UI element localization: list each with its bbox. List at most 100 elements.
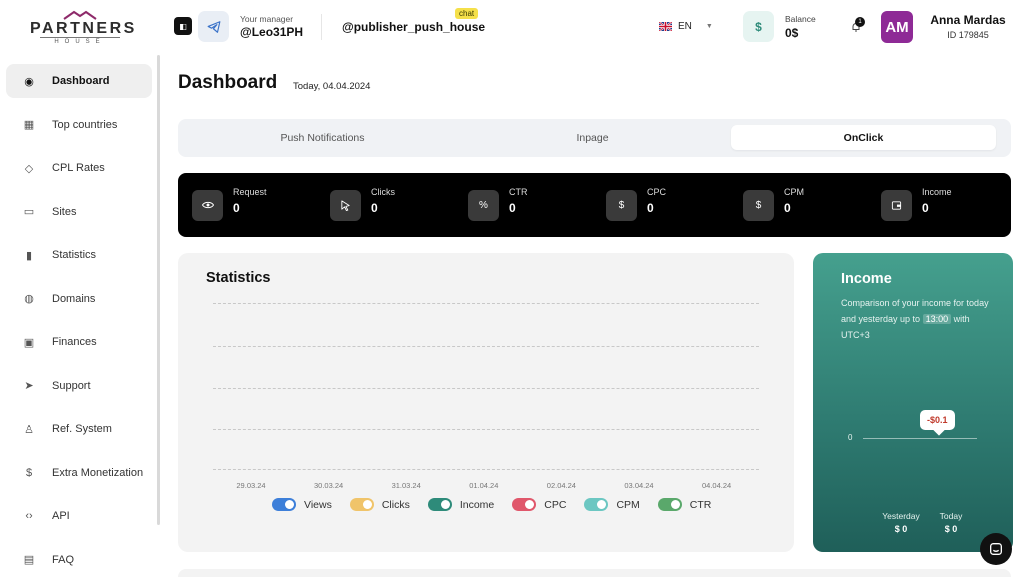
metric-label: Income — [922, 187, 952, 197]
location-pin-icon: ◉ — [24, 75, 34, 88]
metric-value: 0 — [233, 201, 240, 215]
user-id: ID 179845 — [947, 30, 989, 40]
sidebar-item-faq[interactable]: ▤ FAQ — [6, 543, 152, 577]
sidebar-item-extra-monetization[interactable]: $ Extra Monetization — [6, 456, 152, 490]
sidebar-item-label: API — [52, 510, 70, 522]
bar-chart-icon: ▮ — [25, 249, 33, 262]
legend-item-views[interactable]: Views — [272, 498, 332, 511]
metric-cpc: $ CPC 0 — [606, 187, 667, 222]
percent-icon: % — [468, 189, 499, 221]
sidebar-item-sites[interactable]: ▭ Sites — [6, 195, 152, 229]
sidebar-item-label: Ref. System — [52, 423, 112, 435]
sidebar-item-finances[interactable]: ▣ Finances — [6, 325, 152, 359]
legend-label: Clicks — [381, 498, 410, 511]
globe-icon: ◍ — [24, 293, 34, 305]
cursor-icon — [330, 189, 361, 221]
chat-icon — [990, 543, 1002, 555]
legend-label: Income — [459, 498, 495, 511]
legend-item-income[interactable]: Income — [427, 498, 495, 511]
income-panel: Income Comparison of your income for tod… — [813, 253, 1013, 552]
legend-item-cpc[interactable]: CPC — [512, 498, 566, 511]
yesterday-label: Yesterday — [882, 511, 920, 521]
sidebar-item-api[interactable]: ‹› API — [6, 499, 152, 533]
sidebar-item-domains[interactable]: ◍ Domains — [6, 282, 152, 316]
wallet-icon: ▣ — [23, 336, 35, 349]
sidebar-item-label: Sites — [52, 205, 77, 218]
legend-toggle[interactable] — [427, 498, 452, 511]
telegram-button[interactable] — [198, 11, 229, 42]
sidebar-item-label: CPL Rates — [52, 162, 105, 174]
yesterday-value: $ 0 — [894, 524, 908, 534]
support-chat-button[interactable] — [980, 533, 1012, 565]
metric-value: 0 — [509, 201, 516, 215]
dollar-icon: $ — [606, 189, 637, 221]
manager-name[interactable]: @Leo31PH — [240, 25, 303, 39]
sidebar-item-support[interactable]: ➤ Support — [6, 369, 152, 403]
notifications-button[interactable]: 1 — [850, 17, 865, 35]
sidebar-item-cpl-rates[interactable]: ◇ CPL Rates — [6, 151, 152, 185]
chevron-down-icon: ▼ — [705, 23, 713, 30]
tab-onclick[interactable]: OnClick — [731, 125, 996, 150]
legend-item-cpm[interactable]: CPM — [584, 498, 640, 511]
metric-value: 0 — [784, 201, 791, 215]
legend-item-clicks[interactable]: Clicks — [349, 498, 410, 511]
sidebar-item-label: Finances — [52, 336, 97, 348]
balance-label: Balance — [785, 14, 816, 24]
sidebar-item-label: Support — [52, 379, 91, 392]
sidebar-item-top-countries[interactable]: ▦ Top countries — [6, 108, 152, 142]
metric-value: 0 — [922, 201, 929, 215]
brand-logo[interactable]: PARTNERS HOUSE — [30, 10, 137, 46]
metric-label: CPC — [647, 187, 667, 197]
legend-toggle[interactable] — [349, 498, 374, 511]
x-axis-label: 31.03.24 — [391, 481, 421, 490]
sidebar-item-dashboard[interactable]: ◉ Dashboard — [6, 64, 152, 98]
legend-toggle[interactable] — [657, 498, 682, 511]
sidebar-item-label: Top countries — [52, 118, 118, 131]
income-baseline — [863, 438, 977, 439]
brand-name: PARTNERS — [30, 20, 137, 37]
metrics-bar: Request 0 Clicks 0 % CTR 0 $ CPC 0 $ CPM… — [178, 173, 1011, 237]
page-date: Today, 04.04.2024 — [293, 81, 371, 92]
channel-link[interactable]: @publisher_push_house — [342, 20, 485, 34]
legend-toggle[interactable] — [272, 498, 296, 511]
metric-value: 0 — [647, 201, 654, 215]
sidebar-item-statistics[interactable]: ▮ Statistics — [6, 238, 152, 272]
wallet-icon — [881, 189, 912, 221]
dollar-icon: $ — [743, 189, 774, 221]
legend-label: CPC — [544, 498, 567, 511]
income-tooltip: -$0.1 — [920, 410, 955, 430]
x-axis-label: 01.04.24 — [469, 481, 499, 490]
legend-label: CTR — [689, 498, 712, 511]
sidebar-item-label: FAQ — [52, 553, 75, 566]
language-selector[interactable]: EN ▼ — [659, 21, 713, 32]
legend-toggle[interactable] — [512, 498, 537, 511]
legend-item-ctr[interactable]: CTR — [657, 498, 712, 511]
uk-flag-icon — [659, 22, 672, 31]
house-roof-icon — [63, 10, 97, 20]
chat-badge: chat — [455, 8, 479, 19]
balance-value: 0$ — [785, 26, 799, 40]
message-icon: ▤ — [23, 554, 35, 566]
avatar[interactable]: AM — [881, 11, 913, 43]
legend-label: Views — [304, 498, 332, 511]
tab-push-notifications[interactable]: Push Notifications — [190, 125, 455, 150]
x-axis-label: 04.04.24 — [701, 481, 732, 490]
metric-income: Income 0 — [881, 187, 952, 222]
sidebar-item-label: Extra Monetization — [52, 466, 144, 479]
sidebar-scrollbar[interactable] — [157, 55, 160, 525]
income-axis-zero: 0 — [848, 433, 853, 442]
grid-line — [213, 429, 759, 430]
sidebar-item-ref-system[interactable]: ♙ Ref. System — [6, 412, 152, 446]
ad-format-tabs: Push Notifications Inpage OnClick — [178, 119, 1011, 157]
app-icon[interactable]: ◧ — [174, 17, 192, 35]
manager-label: Your manager — [240, 14, 294, 24]
user-name[interactable]: Anna Mardas — [923, 13, 1013, 27]
metric-value: 0 — [371, 201, 378, 215]
x-axis-label: 02.04.24 — [546, 481, 576, 490]
legend-toggle[interactable] — [584, 498, 609, 511]
income-time: 13:00 — [922, 314, 952, 324]
tab-inpage[interactable]: Inpage — [460, 125, 725, 150]
legend-label: CPM — [616, 498, 640, 511]
dollar-circle-icon: $ — [25, 466, 33, 479]
notification-count: 1 — [855, 17, 865, 27]
